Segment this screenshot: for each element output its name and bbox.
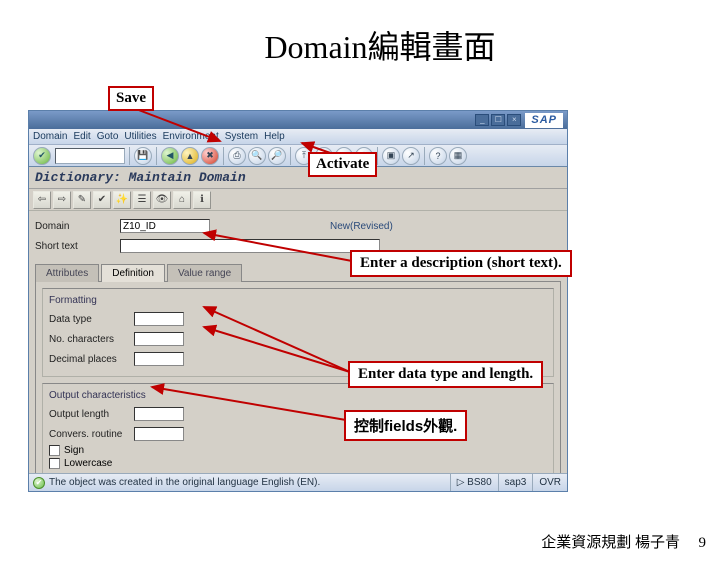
outputlen-label: Output length — [49, 409, 134, 420]
status-ok-icon: ✔ — [33, 477, 45, 489]
sap-window: _ ☐ × SAP Domain Edit Goto Utilities Env… — [28, 110, 568, 492]
help-icon[interactable]: ? — [429, 147, 447, 165]
titlebar: _ ☐ × SAP — [29, 111, 567, 129]
status-text: New(Revised) — [330, 221, 393, 232]
save-button[interactable]: 💾 — [134, 147, 152, 165]
lowercase-label: Lowercase — [64, 458, 112, 469]
sign-label: Sign — [64, 445, 84, 456]
app-nav-fwd-button[interactable]: ⇨ — [53, 191, 71, 209]
find-button[interactable]: 🔍 — [248, 147, 266, 165]
status-cell-mode: OVR — [532, 474, 567, 491]
nochars-field[interactable] — [134, 332, 184, 346]
datatype-label: Data type — [49, 314, 134, 325]
menu-environment[interactable]: Environment — [163, 131, 219, 142]
statusbar: ✔ The object was created in the original… — [29, 473, 567, 491]
menu-domain[interactable]: Domain — [33, 131, 67, 142]
app-otherobj-button[interactable]: ✎ — [73, 191, 91, 209]
app-nav-back-button[interactable]: ⇦ — [33, 191, 51, 209]
domain-field[interactable] — [120, 219, 210, 233]
menu-edit[interactable]: Edit — [73, 131, 90, 142]
back-button[interactable]: ◀ — [161, 147, 179, 165]
activate-button[interactable]: ✨ — [113, 191, 131, 209]
layout-button[interactable]: ▦ — [449, 147, 467, 165]
sign-checkbox[interactable] — [49, 445, 60, 456]
shorttext-label: Short text — [35, 241, 120, 252]
menu-system[interactable]: System — [225, 131, 258, 142]
sap-logo: SAP — [525, 113, 563, 128]
newsession-button[interactable]: ▣ — [382, 147, 400, 165]
group-output-title: Output characteristics — [49, 390, 547, 401]
toolbar-standard: ✔ 💾 ◀ ▲ ✖ ⎙ 🔍 🔎 ⤒ ▲ ▼ ⤓ ▣ ↗ ? ▦ — [29, 145, 567, 167]
maximize-button[interactable]: ☐ — [491, 114, 505, 126]
callout-save: Save — [108, 86, 154, 111]
status-message: The object was created in the original l… — [49, 477, 320, 488]
callout-output: 控制fields外觀. — [344, 410, 467, 441]
decimals-field[interactable] — [134, 352, 184, 366]
slide-title: Domain編輯畫面 — [40, 22, 720, 68]
page-number: 9 — [699, 535, 707, 552]
app-check-button[interactable]: ✔ — [93, 191, 111, 209]
cancel-button[interactable]: ✖ — [201, 147, 219, 165]
menu-help[interactable]: Help — [264, 131, 285, 142]
outputlen-field[interactable] — [134, 407, 184, 421]
tab-valuerange[interactable]: Value range — [167, 264, 242, 282]
domain-label: Domain — [35, 221, 120, 232]
command-field[interactable] — [55, 148, 125, 164]
app-display-button[interactable]: 👁 — [153, 191, 171, 209]
callout-shorttext: Enter a description (short text). — [350, 250, 572, 277]
print-button[interactable]: ⎙ — [228, 147, 246, 165]
callout-datatype: Enter data type and length. — [348, 361, 543, 388]
app-whereused-button[interactable]: ☰ — [133, 191, 151, 209]
shortcut-button[interactable]: ↗ — [402, 147, 420, 165]
minimize-button[interactable]: _ — [475, 114, 489, 126]
app-info-button[interactable]: ℹ — [193, 191, 211, 209]
shorttext-field[interactable] — [120, 239, 380, 253]
datatype-field[interactable] — [134, 312, 184, 326]
group-formatting-title: Formatting — [49, 295, 547, 306]
nochars-label: No. characters — [49, 334, 134, 345]
toolbar-app: ⇦ ⇨ ✎ ✔ ✨ ☰ 👁 ⌂ ℹ — [29, 189, 567, 211]
app-hierarchy-button[interactable]: ⌂ — [173, 191, 191, 209]
status-cell-system: ▷ BS80 — [450, 474, 498, 491]
convexit-label: Convers. routine — [49, 429, 134, 440]
page-title: Dictionary: Maintain Domain — [29, 167, 567, 189]
lowercase-checkbox[interactable] — [49, 458, 60, 469]
close-button[interactable]: × — [507, 114, 521, 126]
menubar: Domain Edit Goto Utilities Environment S… — [29, 129, 567, 145]
tab-definition[interactable]: Definition — [101, 264, 165, 282]
status-cell-client: sap3 — [498, 474, 533, 491]
callout-activate: Activate — [308, 152, 377, 177]
slide-footer: 企業資源規劃 楊子青 — [541, 531, 680, 552]
group-outputchar: Output characteristics Output length Con… — [42, 383, 554, 476]
decimals-label: Decimal places — [49, 354, 134, 365]
menu-utilities[interactable]: Utilities — [124, 131, 156, 142]
menu-goto[interactable]: Goto — [97, 131, 119, 142]
findnext-button[interactable]: 🔎 — [268, 147, 286, 165]
exit-button[interactable]: ▲ — [181, 147, 199, 165]
convexit-field[interactable] — [134, 427, 184, 441]
enter-button[interactable]: ✔ — [33, 147, 51, 165]
tab-attributes[interactable]: Attributes — [35, 264, 99, 282]
